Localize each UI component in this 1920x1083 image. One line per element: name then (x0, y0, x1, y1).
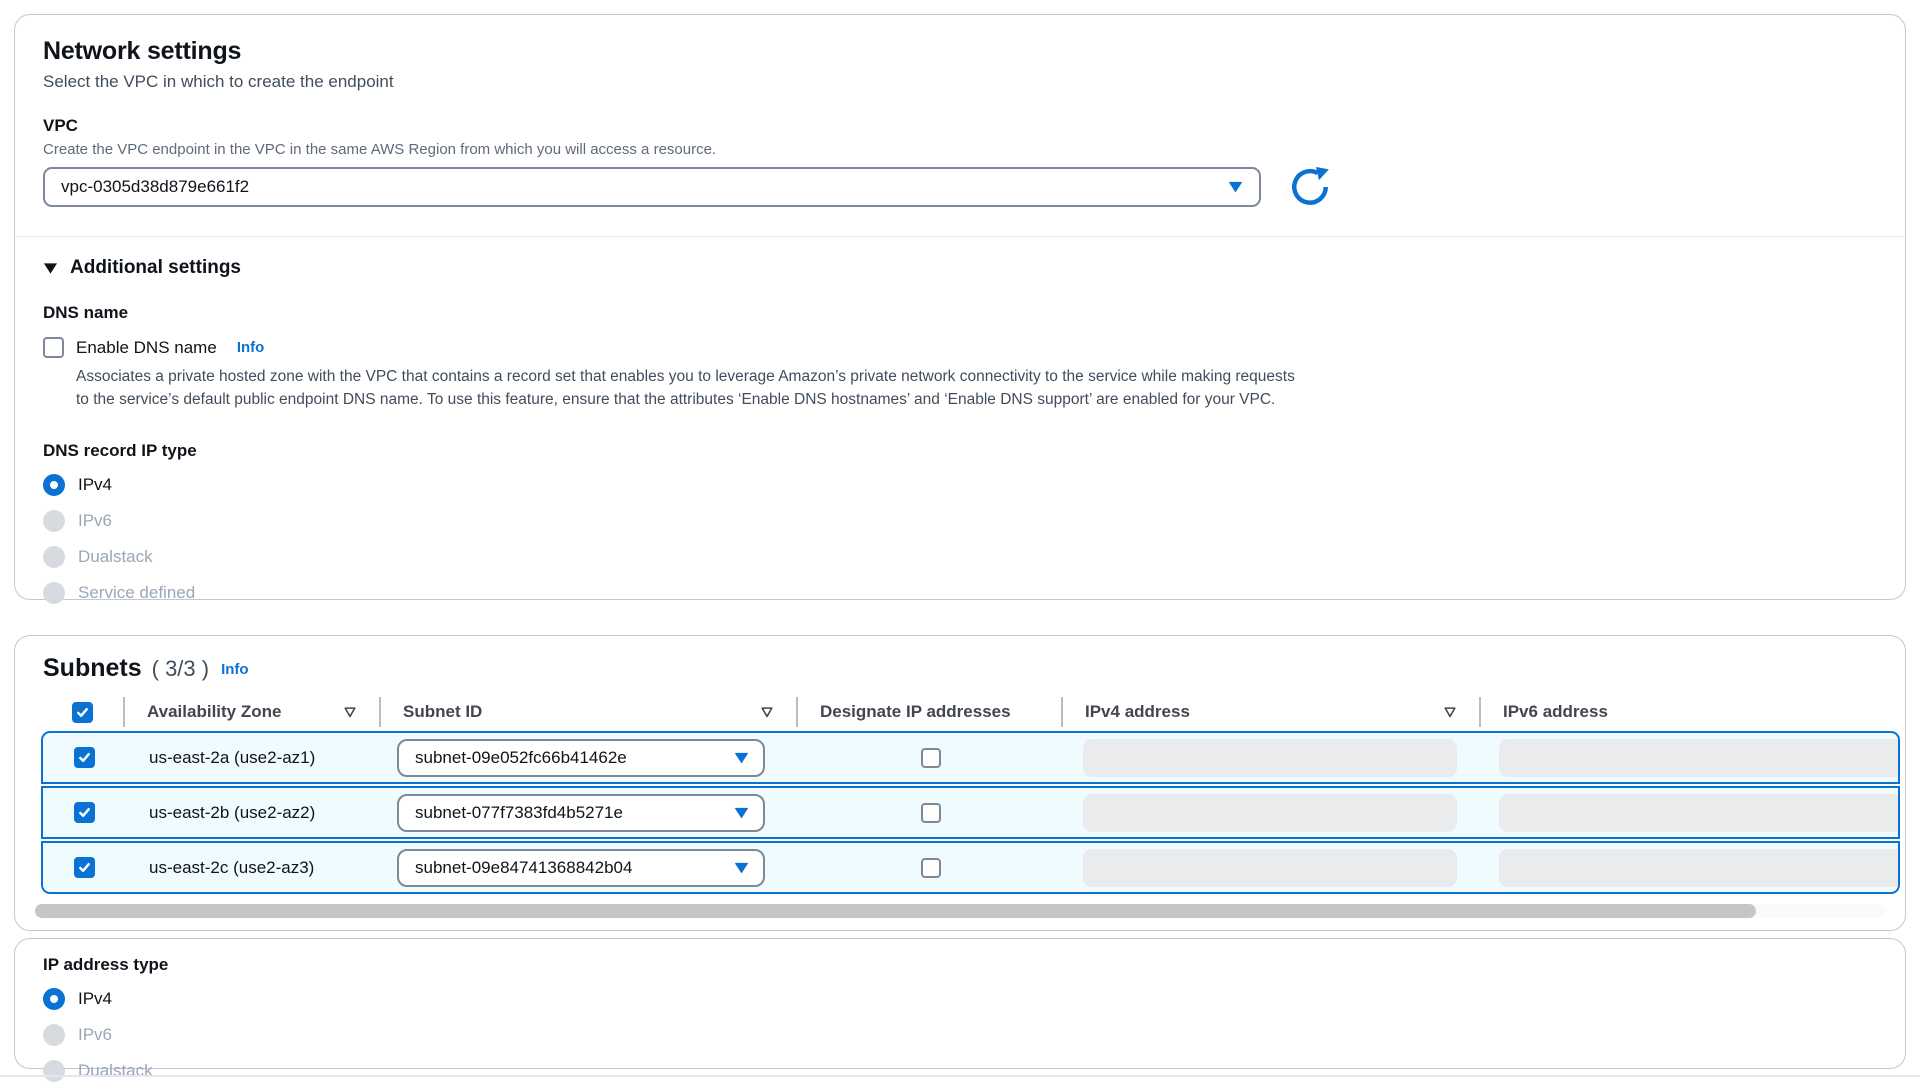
check-icon (75, 705, 90, 720)
radio-ipv4-label: IPv4 (78, 475, 112, 495)
radio-option-ipv4: IPv4 (43, 472, 1877, 497)
radio-ipv6-label: IPv6 (78, 1025, 112, 1045)
table-row: us-east-2c (use2-az3) subnet-09e84741368… (41, 841, 1900, 894)
radio-service-defined-label: Service defined (78, 583, 195, 603)
row-checkbox[interactable] (74, 802, 95, 823)
dns-name-description: Associates a private hosted zone with th… (76, 365, 1296, 411)
subnet-id-select[interactable]: subnet-077f7383fd4b5271e (397, 794, 765, 832)
subnets-card: Subnets ( 3/3 ) Info Availability Zone S… (14, 635, 1906, 931)
ip-address-type-card: IP address type IPv4 IPv6 Dualstack (14, 938, 1906, 1069)
subnets-info-link[interactable]: Info (221, 661, 249, 678)
col-label-designate-ip: Designate IP addresses (820, 702, 1011, 722)
radio-option-service-defined: Service defined (43, 580, 1877, 605)
subnet-id-value: subnet-09e052fc66b41462e (415, 748, 627, 768)
ipv6-address-field-disabled (1499, 739, 1900, 777)
select-all-cell (41, 697, 123, 727)
vpc-label: VPC (43, 116, 1877, 136)
ip-address-type-label: IP address type (43, 955, 1877, 975)
col-header-ipv6-address: IPv6 address (1479, 697, 1906, 727)
check-icon (77, 860, 92, 875)
col-label-ipv6-address: IPv6 address (1503, 702, 1608, 722)
refresh-button[interactable] (1289, 166, 1331, 208)
chevron-down-icon (734, 807, 749, 819)
vpc-description: Create the VPC endpoint in the VPC in th… (43, 141, 1877, 158)
availability-zone-value: us-east-2c (use2-az3) (125, 843, 381, 892)
radio-option-dualstack: Dualstack (43, 1058, 1877, 1083)
row-checkbox[interactable] (74, 857, 95, 878)
page-title: Network settings (43, 35, 1877, 67)
ipv4-address-field-disabled (1083, 739, 1457, 777)
radio-option-ipv6: IPv6 (43, 1022, 1877, 1047)
ipv6-address-field-disabled (1499, 849, 1900, 887)
radio-ipv6 (43, 510, 65, 532)
horizontal-scrollbar-track[interactable] (35, 904, 1885, 918)
network-settings-card: Network settings Select the VPC in which… (14, 14, 1906, 600)
radio-dualstack-label: Dualstack (78, 1061, 153, 1081)
radio-ipv6-label: IPv6 (78, 511, 112, 531)
col-label-ipv4-address: IPv4 address (1085, 702, 1190, 722)
radio-dualstack (43, 546, 65, 568)
availability-zone-value: us-east-2a (use2-az1) (125, 733, 381, 782)
radio-option-ipv4: IPv4 (43, 986, 1877, 1011)
select-all-checkbox[interactable] (72, 702, 93, 723)
chevron-down-icon (734, 862, 749, 874)
subnet-id-select[interactable]: subnet-09e84741368842b04 (397, 849, 765, 887)
radio-ipv6 (43, 1024, 65, 1046)
col-header-subnet-id[interactable]: Subnet ID (379, 697, 796, 727)
ipv4-address-field-disabled (1083, 794, 1457, 832)
subnet-id-value: subnet-09e84741368842b04 (415, 858, 632, 878)
chevron-down-icon (1228, 181, 1243, 193)
section-divider (15, 236, 1905, 237)
expander-caret-icon (43, 262, 58, 275)
row-checkbox[interactable] (74, 747, 95, 768)
subnet-id-value: subnet-077f7383fd4b5271e (415, 803, 623, 823)
dns-name-label: DNS name (43, 303, 1877, 323)
radio-dualstack-label: Dualstack (78, 547, 153, 567)
vpc-select[interactable]: vpc-0305d38d879e661f2 (43, 167, 1261, 207)
radio-ipv4-label: IPv4 (78, 989, 112, 1009)
col-label-availability-zone: Availability Zone (147, 702, 281, 722)
subnet-id-select[interactable]: subnet-09e052fc66b41462e (397, 739, 765, 777)
designate-ip-checkbox[interactable] (921, 748, 941, 768)
check-icon (77, 750, 92, 765)
ipv6-address-field-disabled (1499, 794, 1900, 832)
enable-dns-name-checkbox[interactable] (43, 337, 64, 358)
col-header-designate-ip: Designate IP addresses (796, 697, 1061, 727)
enable-dns-name-label: Enable DNS name (76, 338, 217, 358)
chevron-down-icon (734, 752, 749, 764)
designate-ip-checkbox[interactable] (921, 803, 941, 823)
radio-option-ipv6: IPv6 (43, 508, 1877, 533)
additional-settings-label: Additional settings (70, 257, 241, 279)
designate-ip-checkbox[interactable] (921, 858, 941, 878)
additional-settings-expander[interactable]: Additional settings (43, 257, 1877, 279)
radio-ipv4[interactable] (43, 474, 65, 496)
refresh-icon (1289, 166, 1331, 208)
vpc-select-value: vpc-0305d38d879e661f2 (61, 177, 249, 197)
page-subtitle: Select the VPC in which to create the en… (43, 72, 1877, 92)
dns-name-info-link[interactable]: Info (237, 339, 265, 356)
dns-record-ip-type-label: DNS record IP type (43, 441, 1877, 461)
horizontal-scrollbar-thumb[interactable] (35, 904, 1756, 918)
col-header-availability-zone[interactable]: Availability Zone (123, 697, 379, 727)
table-row: us-east-2a (use2-az1) subnet-09e052fc66b… (41, 731, 1900, 784)
ipv4-address-field-disabled (1083, 849, 1457, 887)
sort-icon (1443, 706, 1457, 719)
table-row: us-east-2b (use2-az2) subnet-077f7383fd4… (41, 786, 1900, 839)
radio-option-dualstack: Dualstack (43, 544, 1877, 569)
col-label-subnet-id: Subnet ID (403, 702, 482, 722)
subnets-table-header: Availability Zone Subnet ID Designate IP… (41, 693, 1905, 731)
subnets-title: Subnets (43, 654, 142, 683)
radio-dualstack (43, 1060, 65, 1082)
sort-icon (760, 706, 774, 719)
sort-icon (343, 706, 357, 719)
radio-service-defined (43, 582, 65, 604)
radio-ipv4[interactable] (43, 988, 65, 1010)
col-header-ipv4-address[interactable]: IPv4 address (1061, 697, 1479, 727)
subnets-count: ( 3/3 ) (152, 656, 209, 682)
subnets-table-body: us-east-2a (use2-az1) subnet-09e052fc66b… (41, 731, 1900, 894)
availability-zone-value: us-east-2b (use2-az2) (125, 788, 381, 837)
check-icon (77, 805, 92, 820)
